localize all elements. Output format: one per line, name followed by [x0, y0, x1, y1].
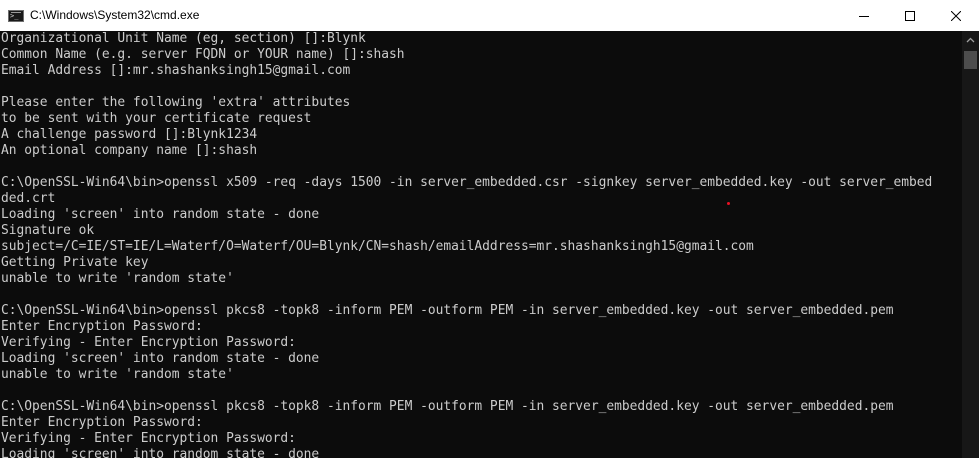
minimize-icon: [859, 15, 869, 17]
console-output[interactable]: Organizational Unit Name (eg, section) […: [0, 31, 962, 458]
maximize-icon: [905, 10, 915, 21]
console-line: An optional company name []:shash: [1, 143, 258, 158]
console-line: Email Address []:mr.shashanksingh15@gmai…: [1, 63, 351, 78]
console-line: Verifying - Enter Encryption Password:: [1, 335, 296, 350]
console-line: Getting Private key: [1, 255, 149, 270]
title-bar[interactable]: C:\Windows\System32\cmd.exe: [0, 0, 979, 31]
console-line: C:\OpenSSL-Win64\bin>openssl x509 -req -…: [1, 175, 933, 190]
console-line: A challenge password []:Blynk1234: [1, 127, 258, 142]
console-line: Loading 'screen' into random state - don…: [1, 207, 320, 222]
scroll-up-button[interactable]: [962, 31, 979, 48]
console-line: Loading 'screen' into random state - don…: [1, 351, 320, 366]
console-line: Common Name (e.g. server FQDN or YOUR na…: [1, 47, 405, 62]
console-line: unable to write 'random state': [1, 367, 234, 382]
console-line: Organizational Unit Name (eg, section) […: [1, 31, 366, 46]
console-line: Enter Encryption Password:: [1, 319, 203, 334]
console-line: Verifying - Enter Encryption Password:: [1, 431, 296, 446]
console-line: C:\OpenSSL-Win64\bin>openssl pkcs8 -topk…: [1, 399, 894, 414]
close-button[interactable]: [933, 0, 979, 31]
minimize-button[interactable]: [841, 0, 887, 31]
console-line: Signature ok: [1, 223, 95, 238]
maximize-button[interactable]: [887, 0, 933, 31]
console-line: Enter Encryption Password:: [1, 415, 203, 430]
console-line: to be sent with your certificate request: [1, 111, 312, 126]
scroll-up-arrow-icon: [966, 37, 975, 42]
console-line: Loading 'screen' into random state - don…: [1, 447, 320, 458]
close-icon: [951, 10, 961, 21]
scrollbar-thumb[interactable]: [964, 51, 977, 69]
cmd-console-icon[interactable]: [8, 9, 24, 22]
console-line: unable to write 'random state': [1, 271, 234, 286]
cursor-dot: [727, 202, 730, 205]
console-line: C:\OpenSSL-Win64\bin>openssl pkcs8 -topk…: [1, 303, 894, 318]
caption-buttons: [841, 0, 979, 31]
console-line: subject=/C=IE/ST=IE/L=Waterf/O=Waterf/OU…: [1, 239, 754, 254]
console-line: Please enter the following 'extra' attri…: [1, 95, 351, 110]
window-title: C:\Windows\System32\cmd.exe: [30, 8, 200, 22]
vertical-scrollbar[interactable]: [962, 31, 979, 458]
console-line: ded.crt: [1, 191, 56, 206]
cmd-window: C:\Windows\System32\cmd.exe Organization…: [0, 0, 979, 458]
